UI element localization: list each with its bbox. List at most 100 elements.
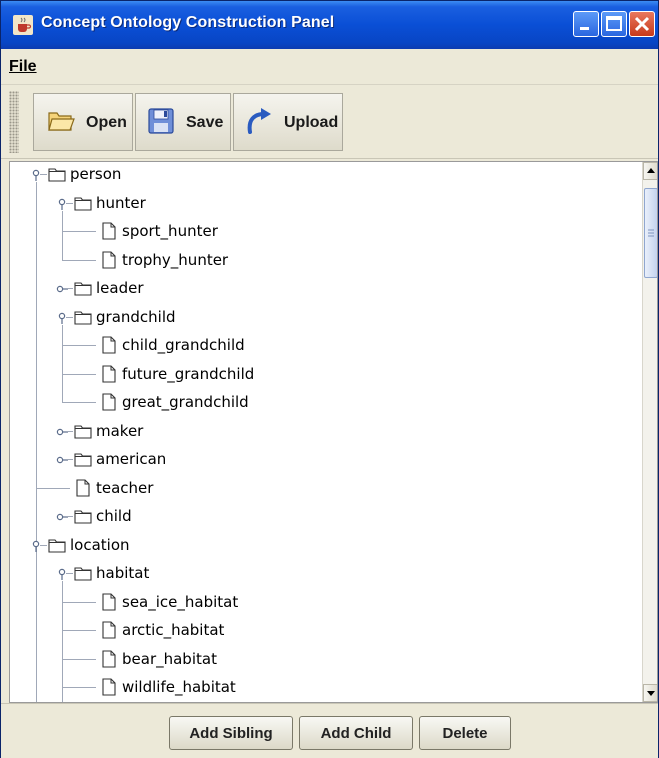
ontology-tree-panel: person hunter sport_hunter trophy_hunterlea… [9, 161, 658, 703]
file-icon [100, 364, 118, 383]
tree-node-label: arctic_habitat [122, 621, 225, 639]
folder-icon [48, 165, 66, 183]
save-disk-icon [148, 108, 174, 134]
tree-node-label: sea_ice_habitat [122, 592, 239, 611]
tree-node[interactable]: sport_hunter [10, 217, 640, 245]
tree-node-label: person [70, 165, 122, 183]
tree-node[interactable]: location [10, 531, 640, 559]
maximize-button[interactable] [601, 11, 627, 37]
upload-button[interactable]: Upload [233, 93, 343, 151]
tree-node[interactable]: bear_habitat [10, 645, 640, 673]
tree-branch-line [40, 544, 47, 546]
arrow-up-icon [647, 168, 655, 173]
tree-node-label: teacher [96, 478, 154, 497]
tree-branch-line [62, 402, 96, 403]
tree-branch-line [62, 231, 96, 232]
tree-node[interactable]: maker [10, 417, 640, 445]
tree-node[interactable]: great_grandchild [10, 388, 640, 416]
tree-node[interactable]: future_grandchild [10, 360, 640, 388]
scroll-up-button[interactable] [643, 162, 657, 180]
tree-node-label: future_grandchild [122, 364, 255, 383]
upload-label: Upload [284, 114, 339, 131]
tree-node-label: wildlife_habitat [122, 678, 236, 696]
tree-node[interactable]: teacher [10, 474, 640, 502]
scroll-down-button[interactable] [643, 684, 657, 702]
tree-node[interactable]: person [10, 162, 640, 188]
folder-icon [74, 308, 92, 326]
folder-icon [74, 564, 92, 582]
tree-node-label: bear_habitat [122, 649, 217, 668]
menu-file[interactable]: File [9, 58, 37, 76]
tree-node-label: great_grandchild [122, 393, 249, 411]
tree-branch-line [66, 516, 73, 517]
file-icon [74, 478, 92, 497]
tree-node[interactable]: hunter [10, 189, 640, 217]
tree-branch-line [62, 687, 96, 688]
save-button[interactable]: Save [135, 93, 231, 151]
delete-button[interactable]: Delete [419, 716, 511, 750]
maximize-icon [606, 16, 622, 31]
file-icon [100, 336, 118, 354]
concept-tree[interactable]: person hunter sport_hunter trophy_hunterlea… [10, 162, 642, 702]
close-icon [634, 16, 650, 32]
tree-branch-line [66, 288, 73, 289]
folder-icon [74, 507, 92, 525]
grip-lines-icon [648, 229, 654, 237]
tree-node[interactable]: habitat [10, 559, 640, 587]
tree-branch-line [62, 658, 96, 660]
folder-icon [48, 536, 66, 554]
tree-node[interactable]: arctic_habitat [10, 616, 640, 644]
save-label: Save [186, 114, 224, 131]
tree-branch-line [40, 174, 47, 175]
tree-node[interactable]: sea_ice_habitat [10, 588, 640, 616]
tree-node-label: hunter [96, 193, 146, 212]
file-icon [100, 222, 118, 240]
tree-node-label: location [70, 535, 130, 554]
tree-node[interactable]: trophy_hunter [10, 246, 640, 274]
tree-node-label: child [96, 507, 132, 525]
tree-branch-line [62, 601, 96, 603]
tree-node-label: leader [96, 279, 144, 297]
tree-node-label: american [96, 450, 167, 468]
toolbar-grip[interactable] [9, 91, 19, 153]
tree-branch-line [62, 259, 96, 261]
minimize-button[interactable] [573, 11, 599, 37]
file-icon [100, 649, 118, 668]
arrow-down-icon [647, 691, 655, 696]
tree-node[interactable]: grandchild [10, 303, 640, 331]
folder-icon [74, 194, 92, 212]
tree-branch-line [66, 430, 73, 432]
folder-icon [74, 450, 92, 468]
tree-branch-line [62, 373, 96, 375]
tree-node[interactable]: wildlife_habitat [10, 673, 640, 701]
file-icon [100, 678, 118, 696]
scroll-thumb[interactable] [644, 188, 657, 278]
close-button[interactable] [629, 11, 655, 37]
tree-branch-line [66, 573, 73, 574]
folder-icon [74, 279, 92, 297]
folder-icon [74, 422, 92, 440]
tree-branch-line [66, 459, 73, 460]
tree-node[interactable]: american [10, 445, 640, 473]
title-bar[interactable]: Concept Ontology Construction Panel [1, 1, 658, 49]
vertical-scrollbar[interactable] [642, 162, 657, 702]
java-coffee-icon [13, 15, 33, 35]
file-icon [100, 621, 118, 639]
tree-branch-line [66, 316, 73, 318]
add-child-button[interactable]: Add Child [299, 716, 413, 750]
open-label: Open [86, 114, 127, 131]
tree-node[interactable]: child_grandchild [10, 331, 640, 359]
open-button[interactable]: Open [33, 93, 133, 151]
tree-branch-line [62, 630, 96, 631]
tree-node-label: trophy_hunter [122, 250, 229, 269]
file-icon [100, 250, 118, 269]
tree-node[interactable]: child [10, 502, 640, 530]
tree-node-label: maker [96, 421, 144, 440]
tree-node[interactable]: leader [10, 274, 640, 302]
minimize-icon [580, 27, 589, 30]
add-sibling-button[interactable]: Add Sibling [169, 716, 293, 750]
file-icon [100, 592, 118, 611]
tree-node-label: habitat [96, 564, 150, 582]
window-title: Concept Ontology Construction Panel [41, 14, 335, 31]
folder-open-icon [48, 112, 75, 131]
